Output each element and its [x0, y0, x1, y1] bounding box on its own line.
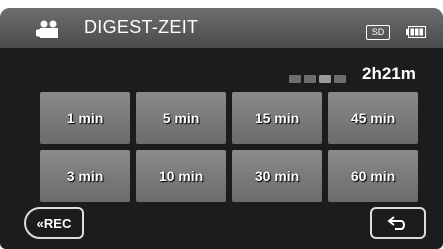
- digest-30-min-button[interactable]: 30 min: [232, 150, 322, 202]
- camcorder-screen: DIGEST-ZEIT SD 2h21m 1 min 5 min 15 min …: [0, 8, 443, 249]
- remaining-time-row: 2h21m: [0, 58, 443, 88]
- header-bar: DIGEST-ZEIT SD: [0, 8, 443, 48]
- page-title: DIGEST-ZEIT: [84, 17, 199, 37]
- return-arrow-icon: [387, 216, 405, 230]
- digest-45-min-button[interactable]: 45 min: [328, 92, 418, 144]
- top-cutoff: [0, 0, 443, 8]
- battery-full-icon: [406, 26, 426, 38]
- rec-button[interactable]: «REC: [24, 207, 84, 239]
- video-camera-icon: [36, 20, 58, 38]
- digest-10-min-button[interactable]: 10 min: [136, 150, 226, 202]
- digest-3-min-button[interactable]: 3 min: [40, 150, 130, 202]
- remaining-time: 2h21m: [362, 64, 416, 83]
- back-button[interactable]: [370, 207, 426, 239]
- masked-info: [289, 70, 355, 83]
- digest-1-min-button[interactable]: 1 min: [40, 92, 130, 144]
- sd-media-badge: SD: [366, 25, 390, 40]
- digest-15-min-button[interactable]: 15 min: [232, 92, 322, 144]
- digest-5-min-button[interactable]: 5 min: [136, 92, 226, 144]
- digest-60-min-button[interactable]: 60 min: [328, 150, 418, 202]
